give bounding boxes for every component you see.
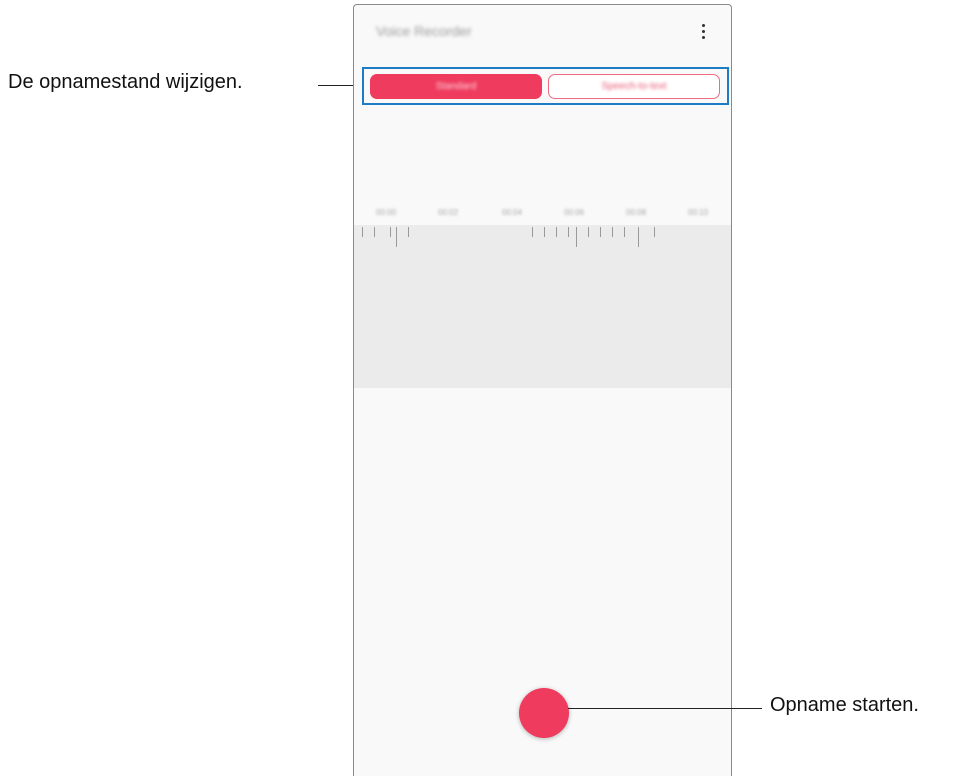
standard-mode-button[interactable]: Standard (370, 74, 542, 99)
timeline-tick: 00:08 (626, 208, 647, 217)
ruler-tick (556, 227, 557, 237)
callout-start-recording: Opname starten. (770, 694, 919, 716)
ruler-tick (396, 227, 397, 247)
ruler-tick (654, 227, 655, 237)
more-vertical-icon[interactable] (694, 19, 712, 43)
ruler-tick (612, 227, 613, 237)
timeline-tick: 00:04 (502, 208, 523, 217)
timeline-tick: 00:00 (376, 208, 397, 217)
ruler-tick (362, 227, 363, 237)
timeline-tick: 00:02 (438, 208, 459, 217)
timeline-tick: 00:10 (688, 208, 709, 217)
ruler-tick (568, 227, 569, 237)
ruler-tick (390, 227, 391, 237)
recording-mode-selector: Standard Speech-to-text (362, 67, 729, 105)
callout-mode-change: De opnamestand wijzigen. (8, 71, 243, 93)
ruler-tick (544, 227, 545, 237)
ruler-tick (576, 227, 577, 247)
standard-mode-label: Standard (435, 81, 477, 92)
waveform-area (354, 225, 731, 388)
speech-to-text-mode-label: Speech-to-text (601, 81, 667, 92)
ruler-tick (374, 227, 375, 237)
ruler-tick (600, 227, 601, 237)
phone-screen: Voice Recorder Standard Speech-to-text 0… (353, 4, 732, 776)
app-title: Voice Recorder (376, 23, 472, 39)
record-button[interactable] (519, 688, 569, 738)
timeline-tick: 00:06 (564, 208, 585, 217)
speech-to-text-mode-button[interactable]: Speech-to-text (548, 74, 720, 99)
ruler-tick (624, 227, 625, 237)
ruler-tick (408, 227, 409, 237)
callout-line-record (568, 708, 762, 709)
ruler-tick (588, 227, 589, 237)
ruler-tick (638, 227, 639, 247)
ruler-tick (532, 227, 533, 237)
